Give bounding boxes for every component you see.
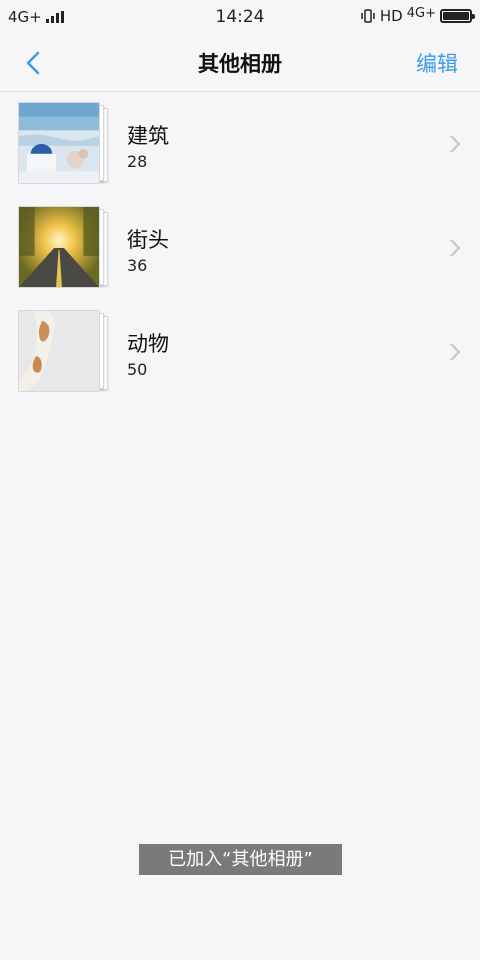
album-count: 50 [127, 360, 148, 379]
architecture-photo [18, 102, 100, 184]
toast-message: 已加入“其他相册” [139, 844, 342, 875]
album-row-architecture[interactable]: 建筑 28 [0, 92, 480, 196]
album-name: 建筑 [127, 124, 169, 148]
status-bar: 4G+ 14:24 HD 4G+ [0, 0, 480, 34]
album-count: 36 [127, 256, 148, 275]
album-thumbnail-stack [18, 310, 108, 394]
nav-bar: 其他相册 编辑 [0, 34, 480, 92]
network-type-right: 4G+ [406, 5, 436, 21]
album-row-street[interactable]: 街头 36 [0, 196, 480, 300]
edit-button[interactable]: 编辑 [416, 48, 458, 78]
page-title: 其他相册 [198, 52, 282, 76]
album-name: 动物 [127, 332, 169, 356]
album-thumbnail-stack [18, 206, 108, 290]
album-thumbnail-stack [18, 102, 108, 186]
chevron-right-icon [450, 343, 461, 361]
album-name: 街头 [127, 228, 169, 252]
chevron-right-icon [450, 135, 461, 153]
status-right: HD 4G+ [360, 5, 475, 25]
battery-icon [440, 9, 475, 23]
chevron-right-icon [450, 239, 461, 257]
hd-label: HD [379, 7, 403, 25]
album-row-animals[interactable]: 动物 50 [0, 300, 480, 404]
album-count: 28 [127, 152, 148, 171]
vibrate-icon [361, 9, 375, 23]
back-arrow-icon[interactable] [18, 46, 52, 80]
cat-tail-photo [18, 310, 100, 392]
street-sunset-photo [18, 206, 100, 288]
